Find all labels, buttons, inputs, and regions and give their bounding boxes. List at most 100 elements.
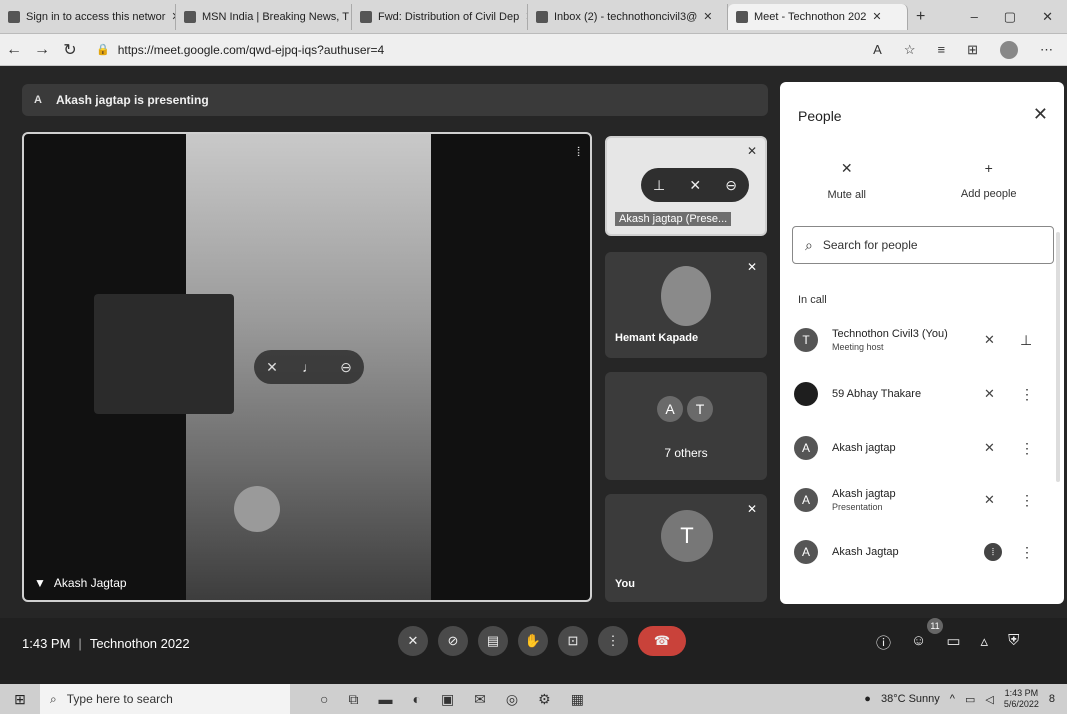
favorites-list-icon[interactable]: ≡ xyxy=(938,42,946,57)
volume-icon[interactable]: ◁ xyxy=(985,693,993,706)
participant-tile-hemant[interactable]: ✕ Hemant Kapade xyxy=(605,252,767,358)
tray-chevron-icon[interactable]: ^ xyxy=(950,693,955,705)
favorite-icon[interactable]: ☆ xyxy=(904,42,916,58)
tile-hover-controls: ⊥ ✕ ⊖ xyxy=(641,168,749,202)
tab-meet[interactable]: Meet - Technothon 202 ✕ xyxy=(728,3,908,30)
close-window-icon[interactable]: ✕ xyxy=(1042,9,1053,25)
in-call-heading: In call xyxy=(798,294,827,306)
meeting-details-icon[interactable]: ⓘ xyxy=(876,632,891,653)
more-options-icon[interactable]: ⋮ xyxy=(1020,492,1034,509)
camera-toggle-button[interactable]: ⊘ xyxy=(438,626,468,656)
others-avatars: A T xyxy=(657,396,713,422)
search-people-input[interactable]: ⌕ Search for people xyxy=(792,226,1054,264)
list-item[interactable]: A Akash jagtap Presentation ✕ ⋮ xyxy=(794,480,1050,520)
search-icon: ⌕ xyxy=(805,236,813,253)
remove-icon[interactable]: ⊖ xyxy=(340,359,352,376)
windows-start-icon[interactable]: ⊞ xyxy=(0,691,40,708)
maximize-icon[interactable]: ▢ xyxy=(1004,9,1016,25)
mic-icon[interactable]: ♩ xyxy=(302,359,316,375)
speaking-icon: ⦙ xyxy=(984,543,1002,561)
tab-msn[interactable]: MSN India | Breaking News, T ✕ xyxy=(176,3,352,30)
others-tile[interactable]: A T 7 others xyxy=(605,372,767,480)
page-icon xyxy=(8,10,20,23)
mic-off-icon[interactable]: ✕ xyxy=(266,359,278,376)
person-role: Meeting host xyxy=(832,342,884,352)
present-button[interactable]: ⊡ xyxy=(558,626,588,656)
app-icon[interactable]: ▦ xyxy=(571,691,584,708)
mic-toggle-button[interactable]: ✕ xyxy=(398,626,428,656)
self-label: You xyxy=(615,578,635,590)
host-controls-icon[interactable]: ⛨ xyxy=(1008,632,1019,653)
url-field[interactable]: 🔒 https://meet.google.com/qwd-ejpq-iqs?a… xyxy=(96,38,816,62)
add-people-button[interactable]: + Add people xyxy=(961,160,1017,201)
captions-button[interactable]: ▤ xyxy=(478,626,508,656)
remove-icon[interactable]: ⊖ xyxy=(725,177,737,194)
lock-icon: 🔒 xyxy=(96,44,110,56)
scrollbar[interactable] xyxy=(1056,232,1060,482)
close-icon[interactable]: ✕ xyxy=(1033,104,1048,125)
task-view-icon[interactable]: ⧉ xyxy=(348,691,358,708)
tab-label: Inbox (2) - technothoncivil3@ xyxy=(554,10,698,23)
browser-tab-bar: Sign in to access this networ ✕ MSN Indi… xyxy=(0,0,1067,34)
avatar: A xyxy=(794,488,818,512)
meet-control-bar: 1:43 PM | Technothon 2022 ✕ ⊘ ▤ ✋ ⊡ ⋮ ☎ 11… xyxy=(0,618,1067,684)
pin-icon[interactable]: ⊥ xyxy=(1020,332,1032,349)
people-panel: People ✕ ✕ Mute all + Add people ⌕ Searc… xyxy=(780,82,1064,604)
mic-off-icon: ✕ xyxy=(984,440,995,455)
weather-text[interactable]: 38°C Sunny xyxy=(881,693,940,705)
mute-all-button[interactable]: ✕ Mute all xyxy=(827,160,866,201)
taskbar-search-input[interactable]: ⌕ Type here to search xyxy=(40,684,290,714)
close-tab-icon[interactable]: ✕ xyxy=(703,10,712,23)
refresh-icon[interactable]: ↻ xyxy=(56,40,84,60)
more-options-button[interactable]: ⋮ xyxy=(598,626,628,656)
collections-icon[interactable]: ⊞ xyxy=(967,42,978,58)
mic-off-icon: ✕ xyxy=(984,386,995,401)
main-video-tile[interactable]: ✕ ♩ ⊖ ⦙ ▼ Akash Jagtap xyxy=(22,132,592,602)
list-item[interactable]: 59 Abhay Thakare ✕ ⋮ xyxy=(794,374,1050,414)
mail-icon[interactable]: ✉ xyxy=(474,691,486,708)
more-options-icon[interactable]: ⋮ xyxy=(1020,440,1034,457)
settings-icon[interactable]: ⚙ xyxy=(538,691,551,708)
profile-avatar[interactable] xyxy=(1000,40,1018,59)
more-icon[interactable]: ⋯ xyxy=(1040,42,1053,58)
more-options-icon[interactable]: ⋮ xyxy=(1020,544,1034,561)
network-icon[interactable]: ▭ xyxy=(965,693,975,706)
avatar: T xyxy=(687,396,713,422)
people-icon[interactable]: ☺ xyxy=(911,632,926,653)
tab-sign-in[interactable]: Sign in to access this networ ✕ xyxy=(0,3,176,30)
person-name: Akash Jagtap xyxy=(832,546,899,558)
new-tab-button[interactable]: + xyxy=(916,8,925,26)
mic-off-icon[interactable]: ✕ xyxy=(689,177,701,194)
mic-off-icon: ✕ xyxy=(746,502,757,516)
minimize-icon[interactable]: – xyxy=(971,9,978,25)
more-options-icon[interactable]: ⋮ xyxy=(1020,386,1034,403)
system-tray: ● 38°C Sunny ^ ▭ ◁ 1:43 PM 5/6/2022 8 xyxy=(864,688,1067,710)
store-icon[interactable]: ▣ xyxy=(441,691,454,708)
file-explorer-icon[interactable]: ▬ xyxy=(378,691,392,708)
chrome-icon[interactable]: ◎ xyxy=(506,691,518,708)
leave-call-button[interactable]: ☎ xyxy=(638,626,686,656)
list-item[interactable]: A Akash jagtap ✕ ⋮ xyxy=(794,428,1050,468)
search-placeholder: Search for people xyxy=(822,238,918,252)
add-people-label: Add people xyxy=(960,188,1017,200)
back-icon[interactable]: ← xyxy=(0,41,28,59)
tab-gmail-inbox[interactable]: Inbox (2) - technothoncivil3@ ✕ xyxy=(528,3,728,30)
list-item[interactable]: T Technothon Civil3 (You) Meeting host ✕… xyxy=(794,320,1050,360)
raise-hand-button[interactable]: ✋ xyxy=(518,626,548,656)
tab-gmail-fwd[interactable]: Fwd: Distribution of Civil Dep ✕ xyxy=(352,3,528,30)
notification-count[interactable]: 8 xyxy=(1049,693,1055,705)
close-tab-icon[interactable]: ✕ xyxy=(872,10,881,23)
clock[interactable]: 1:43 PM 5/6/2022 xyxy=(1004,688,1039,710)
browser-toolbar: A ☆ ≡ ⊞ ⋯ xyxy=(873,40,1067,59)
chat-icon[interactable]: ▭ xyxy=(946,632,960,653)
read-aloud-icon[interactable]: A xyxy=(873,42,882,57)
weather-icon: ● xyxy=(864,693,871,705)
edge-icon[interactable]: ◐ xyxy=(412,691,420,708)
pin-icon[interactable]: ⊥ xyxy=(653,177,665,194)
cortana-icon[interactable]: ○ xyxy=(320,691,328,708)
presentation-tile[interactable]: ⊥ ✕ ⊖ ✕ Akash jagtap (Prese... xyxy=(605,136,767,236)
list-item[interactable]: A Akash Jagtap ⦙ ⋮ xyxy=(794,532,1050,572)
self-tile[interactable]: T ✕ You xyxy=(605,494,767,602)
activities-icon[interactable]: ▵ xyxy=(981,632,989,653)
forward-icon[interactable]: → xyxy=(28,41,56,59)
